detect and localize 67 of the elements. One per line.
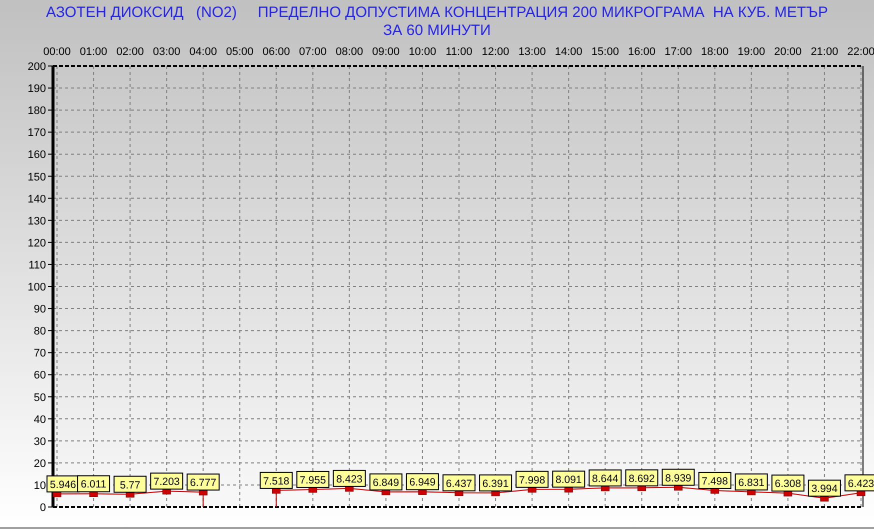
axis-label: 16:00: [628, 46, 656, 58]
axis-label: 70: [34, 348, 46, 360]
axis-label: 13:00: [518, 46, 546, 58]
data-label: 7.203: [150, 472, 184, 490]
data-label: 7.998: [516, 470, 549, 488]
axis-label: 150: [28, 171, 46, 184]
axis-label: 30: [34, 436, 46, 448]
axis-label: 02:00: [116, 46, 144, 58]
data-label: 8.091: [552, 470, 586, 488]
axis-label: 60: [34, 370, 46, 382]
chart-title: АЗОТЕН ДИОКСИД (NO2) ПРЕДЕЛНО ДОПУСТИМА КОНЦЕНТРАЦИЯ 200 МИКРОГРАМА НА КУБ. МЕТЪР ЗА 60 МИНУТИ: [45, 4, 829, 41]
axis-label: 00:00: [43, 46, 71, 58]
axis-label: 22:00: [847, 46, 874, 58]
axis-label: 100: [28, 282, 46, 294]
data-label: 5.946: [46, 475, 80, 492]
axis-label: 07:00: [299, 46, 327, 58]
axis-label: 11:00: [446, 46, 472, 58]
axis-label: 04:00: [189, 46, 217, 58]
axis-label: 09:00: [372, 46, 400, 58]
data-label: 6.849: [369, 473, 402, 490]
axis-label: 80: [34, 326, 46, 338]
axis-label: 180: [28, 105, 46, 118]
axis-label: 90: [34, 304, 46, 316]
data-label: 3.994: [808, 480, 841, 497]
data-label: 5.77: [114, 476, 147, 493]
data-label: 8.644: [588, 469, 622, 486]
axis-label: 03:00: [152, 46, 180, 58]
axis-label: 160: [28, 149, 46, 162]
axis-label: 12:00: [482, 46, 510, 58]
axis-label: 01:00: [80, 46, 108, 58]
axis-label: 190: [28, 83, 46, 96]
axis-label: 20:00: [774, 46, 802, 58]
data-label: 7.498: [698, 472, 732, 489]
axis-label: 15:00: [591, 46, 619, 58]
data-label: 6.437: [442, 474, 476, 492]
data-label: 6.423: [844, 474, 874, 492]
axis-label: 10: [34, 480, 46, 492]
axis-label: 120: [28, 237, 46, 250]
axis-label: 08:00: [336, 46, 364, 58]
data-label: 7.955: [296, 470, 330, 488]
axis-label: 06:00: [262, 46, 290, 58]
axis-label: 20: [34, 458, 46, 470]
axis-label: 130: [28, 215, 46, 228]
data-label: 7.518: [260, 472, 293, 489]
axis-label: 50: [34, 392, 46, 404]
axis-label: 110: [28, 259, 46, 272]
axis-label: 17:00: [664, 46, 692, 58]
data-label: 6.949: [406, 473, 439, 490]
data-label: 6.308: [771, 474, 804, 492]
axis-label: 14:00: [554, 46, 582, 58]
data-label: 6.011: [77, 475, 110, 492]
axis-label: 21:00: [810, 46, 838, 58]
axis-label: 18:00: [701, 46, 729, 58]
data-label: 6.831: [734, 473, 768, 490]
data-label: 8.939: [662, 468, 695, 486]
data-label: 6.391: [479, 474, 512, 492]
axis-label: 40: [34, 414, 46, 426]
axis-label: 0: [40, 502, 46, 514]
axis-label: 19:00: [738, 46, 766, 58]
data-label: 6.777: [186, 474, 220, 491]
axis-label: 140: [28, 193, 46, 206]
axis-label: 170: [28, 127, 46, 140]
axis-label: 200: [28, 61, 46, 73]
data-label: 8.423: [332, 470, 366, 487]
axis-label: 05:00: [226, 46, 254, 58]
data-label: 8.692: [625, 469, 658, 486]
axis-label: 10:00: [408, 46, 436, 58]
